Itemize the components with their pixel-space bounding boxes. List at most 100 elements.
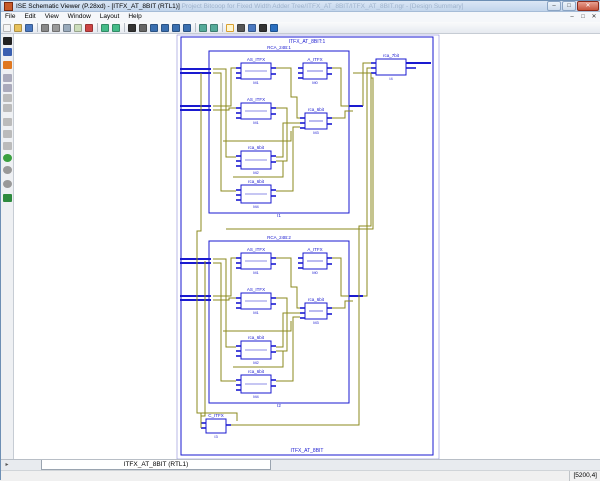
save-icon[interactable]	[25, 23, 33, 32]
back-icon[interactable]	[199, 23, 207, 32]
find-icon[interactable]	[139, 23, 147, 32]
magnify-icon[interactable]	[259, 23, 267, 32]
group-2-frame	[208, 240, 350, 404]
group-2-block-4-inst: M3	[313, 320, 319, 325]
c-itfx-inst: I3	[214, 434, 218, 439]
close-button[interactable]: ✕	[577, 1, 599, 11]
schematic-icon[interactable]	[226, 23, 234, 32]
group-1-block-1-title: AS_ITFX	[247, 57, 265, 62]
group-2-block-1-title: AS_ITFX	[247, 247, 265, 252]
gray-circle-icon[interactable]	[3, 166, 12, 174]
doc-minimize-button[interactable]: –	[568, 13, 576, 21]
group-1-wire	[276, 107, 288, 162]
group-2-block-2-title: A_ITFX	[307, 247, 322, 252]
group-1-wire	[213, 72, 236, 192]
menu-edit[interactable]: Edit	[24, 12, 35, 22]
group-1-title: RCA_24B:1	[267, 45, 291, 50]
group-2-wire	[276, 312, 300, 348]
group-2-inst: I2	[277, 403, 281, 408]
delete-icon[interactable]	[85, 23, 93, 32]
hier-up-icon[interactable]	[3, 74, 12, 82]
status-bar: [5200,4]	[1, 470, 600, 481]
group-2-block-5-title: rca_6bit	[248, 335, 265, 340]
schematic-canvas[interactable]: ITFX_AT_8BIT:1 ITFX_AT_8BIT RCA_24B:1 I1 AS_…	[14, 34, 600, 459]
group-1-block-6-inst: M4	[253, 204, 259, 209]
pan-icon[interactable]	[3, 118, 12, 126]
group-1-wire	[332, 110, 353, 119]
tab-scroll-icon[interactable]: ▸	[3, 461, 11, 469]
c-itfx-title: C_ITFX	[208, 413, 224, 418]
zoom-in-icon[interactable]	[150, 23, 158, 32]
print-preview-icon[interactable]	[3, 130, 12, 138]
window-title-text: ISE Schematic Viewer (P.28xd) - [ITFX_AT…	[16, 3, 180, 10]
binoculars-icon[interactable]	[128, 23, 136, 32]
group-1-block-1-inst: M1	[253, 80, 259, 85]
menu-layout[interactable]: Layout	[100, 12, 120, 22]
final-adder-inst: I4	[389, 76, 393, 81]
toolbar-separator	[37, 23, 38, 32]
left-toolbar	[1, 34, 14, 459]
group-2-wire	[213, 262, 236, 382]
orange-tool-icon[interactable]	[3, 61, 12, 69]
zoom-select-icon[interactable]	[183, 23, 191, 32]
cut-icon[interactable]	[52, 23, 60, 32]
group-1-block-2-inst: M0	[312, 80, 318, 85]
refresh-icon[interactable]	[3, 180, 12, 188]
group-1-block-4-title: rca_6bit	[308, 107, 325, 112]
undo-icon[interactable]	[101, 23, 109, 32]
final-adder	[375, 58, 407, 76]
window-controls: – □ ✕	[546, 1, 599, 12]
menu-view[interactable]: View	[45, 12, 59, 22]
window-title: ISE Schematic Viewer (P.28xd) - [ITFX_AT…	[16, 1, 463, 12]
green-add-icon[interactable]	[3, 154, 12, 162]
left-side-wire-2	[200, 261, 206, 428]
new-icon[interactable]	[3, 23, 11, 32]
page-next-icon[interactable]	[3, 104, 12, 112]
print-icon[interactable]	[41, 23, 49, 32]
doc-restore-button[interactable]: □	[579, 13, 587, 21]
open-icon[interactable]	[14, 23, 22, 32]
zoom-out-icon[interactable]	[161, 23, 169, 32]
zoom-fit-icon[interactable]	[172, 23, 180, 32]
menu-bar: File Edit View Window Layout Help – □ ✕	[1, 12, 600, 22]
redo-icon[interactable]	[112, 23, 120, 32]
toolbar-separator	[222, 23, 223, 32]
document-controls: – □ ✕	[565, 13, 598, 21]
group-1-block-5-inst: M2	[253, 170, 259, 175]
minimize-button[interactable]: –	[547, 1, 561, 11]
paste-icon[interactable]	[74, 23, 82, 32]
group-1-block-4-inst: M3	[313, 130, 319, 135]
title-bar[interactable]: ISE Schematic Viewer (P.28xd) - [ITFX_AT…	[1, 1, 600, 12]
copy-icon[interactable]	[63, 23, 71, 32]
group-1-block-6-title: rca_6bit	[248, 179, 265, 184]
document-tab-bar: ▸ ITFX_AT_8BIT (RTL1)	[1, 459, 600, 470]
menu-file[interactable]: File	[5, 12, 15, 22]
group-2-wire	[276, 297, 288, 352]
schematic-drawing[interactable]: ITFX_AT_8BIT:1 ITFX_AT_8BIT RCA_24B:1 I1 AS_…	[14, 34, 600, 459]
pin-icon[interactable]	[248, 23, 256, 32]
bottom-title: ITFX_AT_8BIT	[291, 448, 324, 454]
menu-window[interactable]: Window	[68, 12, 91, 22]
add-wire-icon[interactable]	[3, 48, 12, 56]
maximize-button[interactable]: □	[562, 1, 576, 11]
group-1-wire	[213, 67, 236, 107]
select-icon[interactable]	[237, 23, 245, 32]
group-1-block-3-title: AS_ITFX	[247, 97, 265, 102]
shield-icon[interactable]	[3, 194, 12, 202]
outer-frame	[180, 36, 434, 456]
toolbar-separator	[124, 23, 125, 32]
doc-close-button[interactable]: ✕	[590, 13, 598, 21]
group-2-wire	[332, 300, 353, 309]
grid-icon[interactable]	[3, 142, 12, 150]
window-title-faded: Project Bitcoop for Fixed Width Adder Tr…	[181, 3, 464, 10]
hier-down-icon[interactable]	[3, 84, 12, 92]
group-2-title: RCA_24B:2	[267, 235, 291, 240]
select-arrow-icon[interactable]	[3, 37, 12, 45]
menu-help[interactable]: Help	[128, 12, 141, 22]
group-1-inst: I1	[277, 213, 281, 218]
page-prev-icon[interactable]	[3, 94, 12, 102]
tab-itfx-at-8bit[interactable]: ITFX_AT_8BIT (RTL1)	[41, 460, 271, 470]
forward-icon[interactable]	[210, 23, 218, 32]
help-icon[interactable]	[270, 23, 278, 32]
group-1-block-2-title: A_ITFX	[307, 57, 322, 62]
